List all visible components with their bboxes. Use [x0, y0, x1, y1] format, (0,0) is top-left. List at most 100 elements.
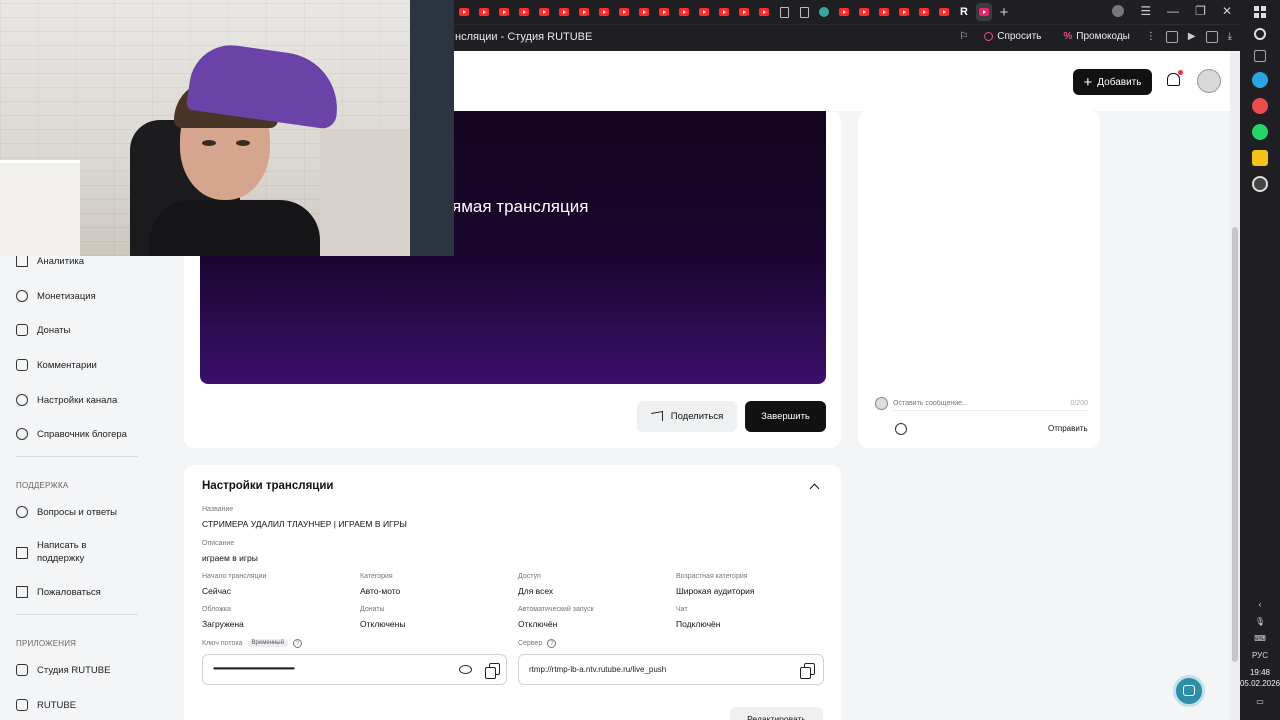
add-button[interactable]: + Добавить [1073, 69, 1152, 95]
browser-tab[interactable] [916, 3, 932, 21]
scrollbar-thumb[interactable] [1232, 227, 1238, 662]
stream-description-value: играем в игры [202, 553, 258, 563]
browser-tab[interactable] [896, 3, 912, 21]
server-url-field[interactable]: rtmp://rtmp-lb-a.ntv.rutube.ru/live_push [518, 654, 824, 685]
rutube-tab-icon: R [960, 6, 968, 18]
studio-tab-icon [979, 8, 989, 16]
youtube-icon [499, 8, 509, 16]
browser-tab[interactable] [456, 3, 472, 21]
browser-tab[interactable] [516, 3, 532, 21]
studio-icon [16, 664, 28, 676]
share-button[interactable]: Поделиться [637, 401, 737, 432]
browser-tab[interactable] [656, 3, 672, 21]
sidebar-item-channel-settings[interactable]: Настройки канала [16, 394, 117, 406]
browser-tab[interactable] [796, 3, 812, 21]
ask-icon [984, 32, 994, 41]
restore-icon[interactable]: ❐ [1195, 4, 1206, 18]
browser-tab[interactable] [476, 3, 492, 21]
collections-icon[interactable] [1205, 30, 1218, 43]
browser-tab[interactable] [596, 3, 612, 21]
chat-message-input[interactable] [893, 400, 1043, 407]
download-icon[interactable]: ⤓ [1228, 31, 1232, 42]
games-icon[interactable] [1252, 150, 1268, 166]
copy-icon[interactable] [485, 663, 500, 679]
browser-tab[interactable] [876, 3, 892, 21]
eye-icon[interactable] [459, 665, 472, 674]
sidebar-item-contact-support[interactable]: Написать в поддержку [16, 540, 136, 566]
browser-tab[interactable] [756, 3, 772, 21]
copy-icon[interactable] [800, 663, 815, 679]
send-button[interactable]: Отправить [1048, 424, 1088, 433]
mail-app-icon[interactable] [1252, 98, 1268, 114]
browser-tab[interactable]: R [956, 3, 972, 21]
music-icon[interactable] [1252, 176, 1268, 192]
browser-tab[interactable] [856, 3, 872, 21]
close-icon[interactable]: ✕ [1222, 4, 1232, 18]
browser-tab[interactable] [696, 3, 712, 21]
menu-icon[interactable]: ☰ [1140, 4, 1151, 18]
sidebar-item-blogger-guide[interactable]: Справочник блогера [16, 428, 127, 440]
sidebar-item-monetization[interactable]: Монетизация [16, 290, 96, 302]
media-icon[interactable]: ▶ [1188, 31, 1196, 42]
browser-tab-active[interactable] [976, 3, 992, 21]
extension-icon[interactable] [1165, 30, 1178, 43]
help-icon[interactable]: ? [292, 639, 302, 648]
chevron-up-icon[interactable] [809, 483, 820, 494]
sidebar-item-donations[interactable]: Донаты [16, 324, 70, 336]
browser-tab[interactable] [636, 3, 652, 21]
sidebar-item-studio[interactable]: Студия RUTUBE [16, 664, 110, 676]
ask-button[interactable]: Спросить [978, 29, 1047, 44]
browser-tab[interactable] [936, 3, 952, 21]
browser-tab[interactable] [736, 3, 752, 21]
end-stream-button[interactable]: Завершить [745, 401, 826, 432]
whatsapp-icon[interactable] [1252, 124, 1268, 140]
page-scrollbar[interactable] [1230, 51, 1240, 720]
notifications-icon[interactable]: ▭ [1256, 697, 1264, 706]
edit-button[interactable]: Редактировать [730, 707, 823, 720]
sidebar-item-rutube[interactable]: RUTUBE [16, 699, 76, 711]
chevron-left-icon[interactable]: ‹ [1259, 600, 1262, 609]
browser-tab[interactable] [556, 3, 572, 21]
sidebar-item-report[interactable]: Пожаловаться [16, 586, 101, 598]
support-chat-button[interactable] [1173, 675, 1205, 707]
profile-icon[interactable] [1112, 5, 1125, 17]
field-value: Загружена [202, 619, 244, 629]
webcam-eye [202, 140, 216, 146]
browser-tab[interactable] [536, 3, 552, 21]
avatar[interactable] [1197, 69, 1221, 93]
stream-key-field[interactable]: ••••••••••••••••••••••••••••••••••••••••… [202, 654, 507, 685]
chat-char-counter: 0/200 [1070, 400, 1088, 407]
browser-tab[interactable] [676, 3, 692, 21]
field-label: Доступ [518, 573, 541, 580]
browser-tab[interactable] [716, 3, 732, 21]
webcam-shirt [150, 200, 320, 256]
minimize-icon[interactable]: — [1167, 4, 1179, 18]
apps-grid-icon[interactable] [1254, 6, 1266, 18]
emoji-icon[interactable] [895, 423, 907, 435]
document-icon [779, 6, 789, 18]
bell-icon[interactable] [1167, 70, 1183, 86]
language-indicator[interactable]: РУС [1252, 651, 1268, 660]
sidebar-item-analytics[interactable]: Аналитика [16, 255, 84, 267]
search-icon[interactable] [1254, 28, 1266, 40]
webcam-overlay [0, 0, 454, 256]
sidebar-item-faq[interactable]: Вопросы и ответы [16, 506, 117, 518]
browser-tab[interactable] [816, 3, 832, 21]
browser-tab[interactable] [496, 3, 512, 21]
new-tab-button[interactable]: + [996, 3, 1012, 21]
telegram-icon[interactable] [1252, 72, 1268, 88]
sidebar-item-comments[interactable]: Комментарии [16, 359, 97, 371]
help-icon[interactable]: ? [547, 639, 557, 648]
browser-tab[interactable] [836, 3, 852, 21]
settings-title: Настройки трансляции [202, 480, 334, 492]
browser-tab[interactable] [576, 3, 592, 21]
support-section-title: ПОДДЕРЖКА [16, 481, 69, 490]
browser-tab[interactable] [776, 3, 792, 21]
feed-icon[interactable] [1254, 50, 1266, 62]
bookmark-icon[interactable]: ⚐ [959, 31, 968, 42]
browser-tab[interactable] [616, 3, 632, 21]
microphone-icon[interactable]: 🎙 [1255, 617, 1265, 626]
keyboard-icon[interactable]: ⌨ [1254, 634, 1266, 643]
more-icon[interactable]: ⋮ [1146, 31, 1156, 42]
promo-button[interactable]: % Промокоды [1057, 29, 1136, 44]
